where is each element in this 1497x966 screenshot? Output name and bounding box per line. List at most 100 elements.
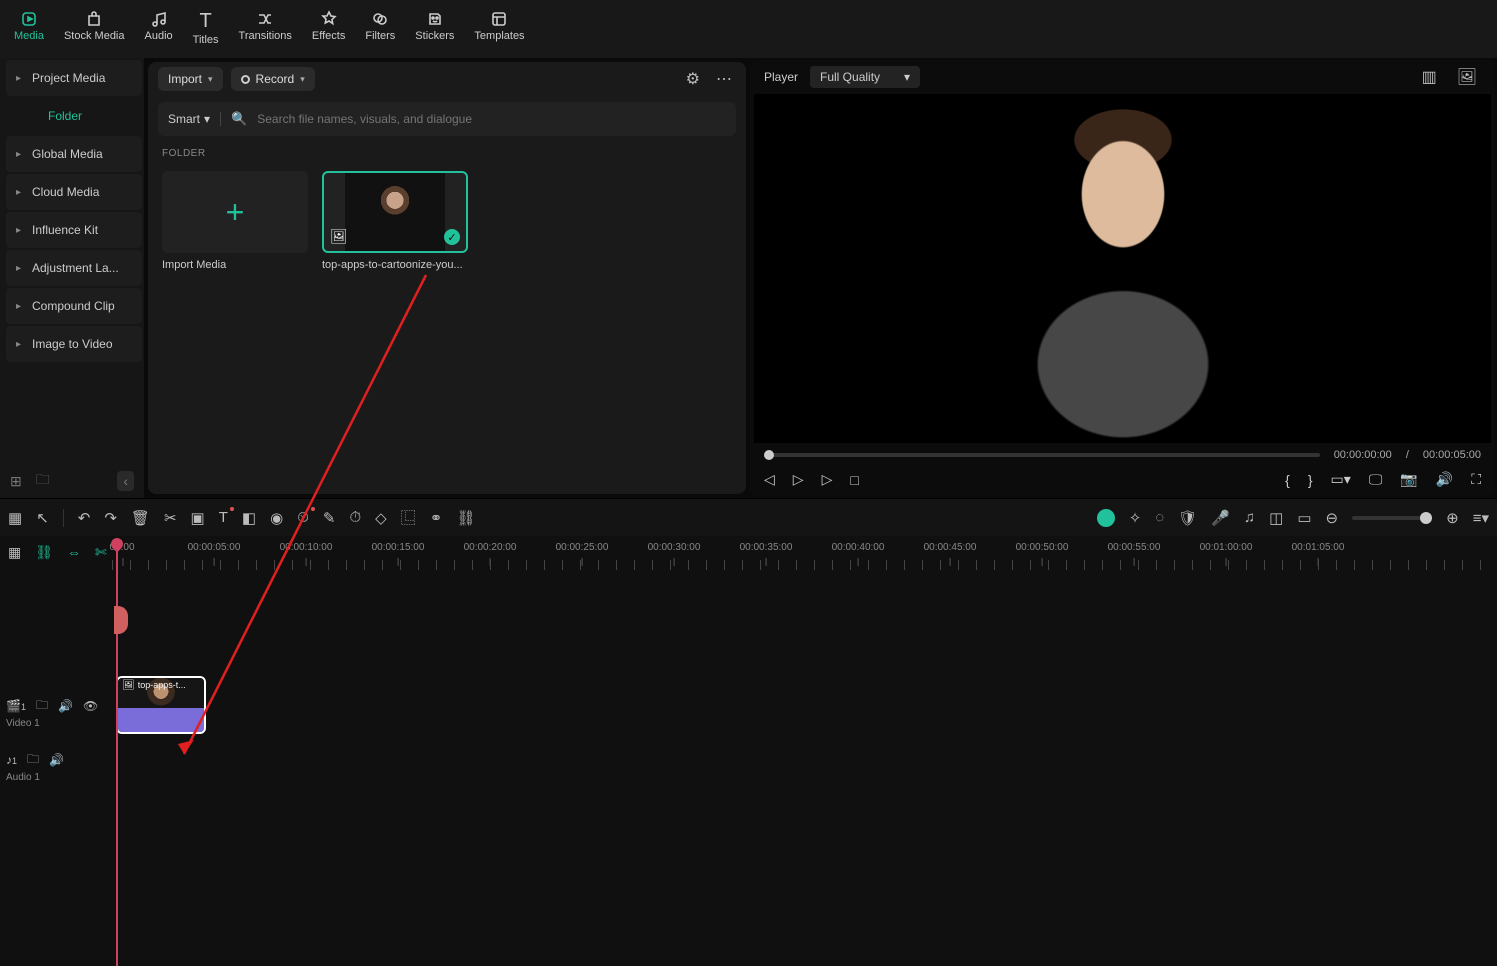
ripple-icon[interactable]: ⇔ [67,544,81,561]
sidebar-compound-clip[interactable]: ▸Compound Clip [6,288,142,324]
tab-label: Filters [365,30,395,42]
enhance-icon[interactable]: ✎ [323,509,336,527]
delete-icon[interactable]: 🗑 [131,509,150,527]
tab-audio[interactable]: Audio [135,6,183,46]
tab-templates[interactable]: Templates [464,6,534,46]
sidebar-global-media[interactable]: ▸Global Media [6,136,142,172]
filter-icon[interactable]: ⚙ [682,65,704,93]
import-button[interactable]: Import▾ [158,67,223,91]
sidebar-adjustment-layer[interactable]: ▸Adjustment La... [6,250,142,286]
audio-track-icon[interactable]: ♪1 [6,753,17,767]
stop-icon[interactable]: □ [850,472,858,488]
sidebar-influence-kit[interactable]: ▸Influence Kit [6,212,142,248]
timer-icon[interactable]: ⏱ [349,509,361,526]
more-icon[interactable]: ⋯ [712,65,736,93]
playhead-handle[interactable] [114,606,128,634]
music-tool-icon[interactable]: ♫ [1244,509,1255,526]
player-viewport[interactable] [754,94,1491,443]
crop-icon[interactable]: ▣ [191,509,205,527]
play-forward-icon[interactable]: ▷ [822,471,833,488]
sidebar-cloud-media[interactable]: ▸Cloud Media [6,174,142,210]
tab-filters[interactable]: Filters [355,6,405,46]
marker-icon[interactable]: ▭ [1297,509,1311,527]
compare-icon[interactable]: ▥ [1418,63,1441,91]
link-mode-icon[interactable]: ⛓ [35,544,53,561]
zoom-slider[interactable] [1352,516,1432,520]
tab-transitions[interactable]: Transitions [229,6,302,46]
sidebar-folder[interactable]: Folder [6,98,142,134]
grid-icon[interactable]: ▦ [8,509,22,527]
mic-icon[interactable]: 🎤 [1211,509,1230,527]
link-icon[interactable]: ⚭ [430,509,443,527]
new-folder-icon[interactable]: ⊞ [10,473,22,490]
audio-track-body[interactable] [112,738,1497,782]
smart-dropdown[interactable]: Smart▾ [168,112,221,126]
mask-icon[interactable]: ◧ [242,509,256,527]
pointer-icon[interactable]: ↖ [36,509,49,527]
text-tool-icon[interactable]: T [219,509,228,526]
color-icon[interactable]: ◉ [270,509,283,527]
record-button[interactable]: Record▾ [231,67,315,91]
video-track-body[interactable]: 🖼top-apps-t... [112,674,1497,738]
sidebar-project-media[interactable]: ▸Project Media [6,60,142,96]
keyframe-icon[interactable]: ◇ [375,509,387,527]
quality-dropdown[interactable]: Full Quality▾ [810,66,920,88]
scrub-track[interactable] [764,453,1320,457]
volume-icon[interactable]: 🔊 [1436,471,1453,488]
preview-image [993,99,1253,439]
playhead[interactable] [116,538,118,966]
ratio-icon[interactable]: ▭▾ [1331,471,1351,488]
magnet-icon[interactable]: ✄ [95,544,107,561]
ruler-tick: 00:00:50:00 [1016,542,1069,553]
time-ruler[interactable]: 00:00 00:00:05:00 00:00:10:00 00:00:15:0… [112,542,1497,576]
tab-stock-media[interactable]: Stock Media [54,6,135,46]
search-input[interactable] [257,112,726,126]
track-mute-icon[interactable]: 🔊 [49,753,64,767]
import-media-tile[interactable]: + Import Media [162,171,308,271]
track-mute-icon[interactable]: 🔊 [58,699,73,713]
zoom-knob[interactable] [1420,512,1432,524]
scrub-head[interactable] [764,450,774,460]
ai-enhance-icon[interactable]: ✧ [1129,509,1142,527]
undo-icon[interactable]: ↶ [78,509,91,527]
sidebar-image-to-video[interactable]: ▸Image to Video [6,326,142,362]
tab-label: Effects [312,30,345,42]
video-clip[interactable]: 🖼top-apps-t... [116,676,206,734]
snapshot-icon[interactable]: 🖼 [1453,63,1481,91]
ruler-tick: 00:00:30:00 [648,542,701,553]
camera-icon[interactable]: 📷 [1400,471,1417,488]
collapse-icon[interactable]: ‹ [117,471,134,491]
snap-icon[interactable]: ▦ [8,544,21,561]
folder-icon[interactable]: 🗀 [36,469,50,493]
fullscreen-icon[interactable]: ⛶ [1471,471,1481,488]
plus-icon: + [226,194,245,231]
zoom-in-icon[interactable]: ⊕ [1446,509,1459,527]
mark-out-icon[interactable]: } [1308,472,1313,488]
tab-stickers[interactable]: Stickers [405,6,464,46]
prev-frame-icon[interactable]: ◁ [764,471,775,488]
redo-icon[interactable]: ↷ [104,509,117,527]
video-track-icon[interactable]: 🎬1 [6,699,26,713]
ruler-tick: 00:00:10:00 [280,542,333,553]
track-add-icon[interactable]: 🗀 [36,696,48,717]
media-asset-tile[interactable]: 🖼 ✓ top-apps-to-cartoonize-you... [322,171,468,271]
play-icon[interactable]: ▷ [793,471,804,488]
track-add-icon[interactable]: 🗀 [27,750,39,771]
ai-circle-icon[interactable]: ◌ [1155,509,1164,526]
display-icon[interactable]: 🖵 [1369,471,1383,488]
shield-icon[interactable]: 🛡 [1178,509,1197,527]
sidebar-label: Adjustment La... [32,261,119,275]
unlink-icon[interactable]: ⛓ [456,509,475,527]
speed-icon[interactable]: ⏲ [297,509,309,526]
group-icon[interactable]: ⿺ [401,507,416,528]
tab-media[interactable]: Media [4,6,54,46]
mark-in-icon[interactable]: { [1285,472,1290,488]
cut-icon[interactable]: ✂ [164,509,177,527]
overlap-icon[interactable]: ◫ [1269,509,1283,527]
track-visible-icon[interactable]: 👁 [83,699,98,713]
tab-effects[interactable]: Effects [302,6,355,46]
ai-badge-icon[interactable] [1097,509,1115,527]
layout-icon[interactable]: ≡▾ [1473,509,1489,527]
tab-titles[interactable]: T Titles [183,6,229,50]
zoom-out-icon[interactable]: ⊖ [1326,509,1339,527]
